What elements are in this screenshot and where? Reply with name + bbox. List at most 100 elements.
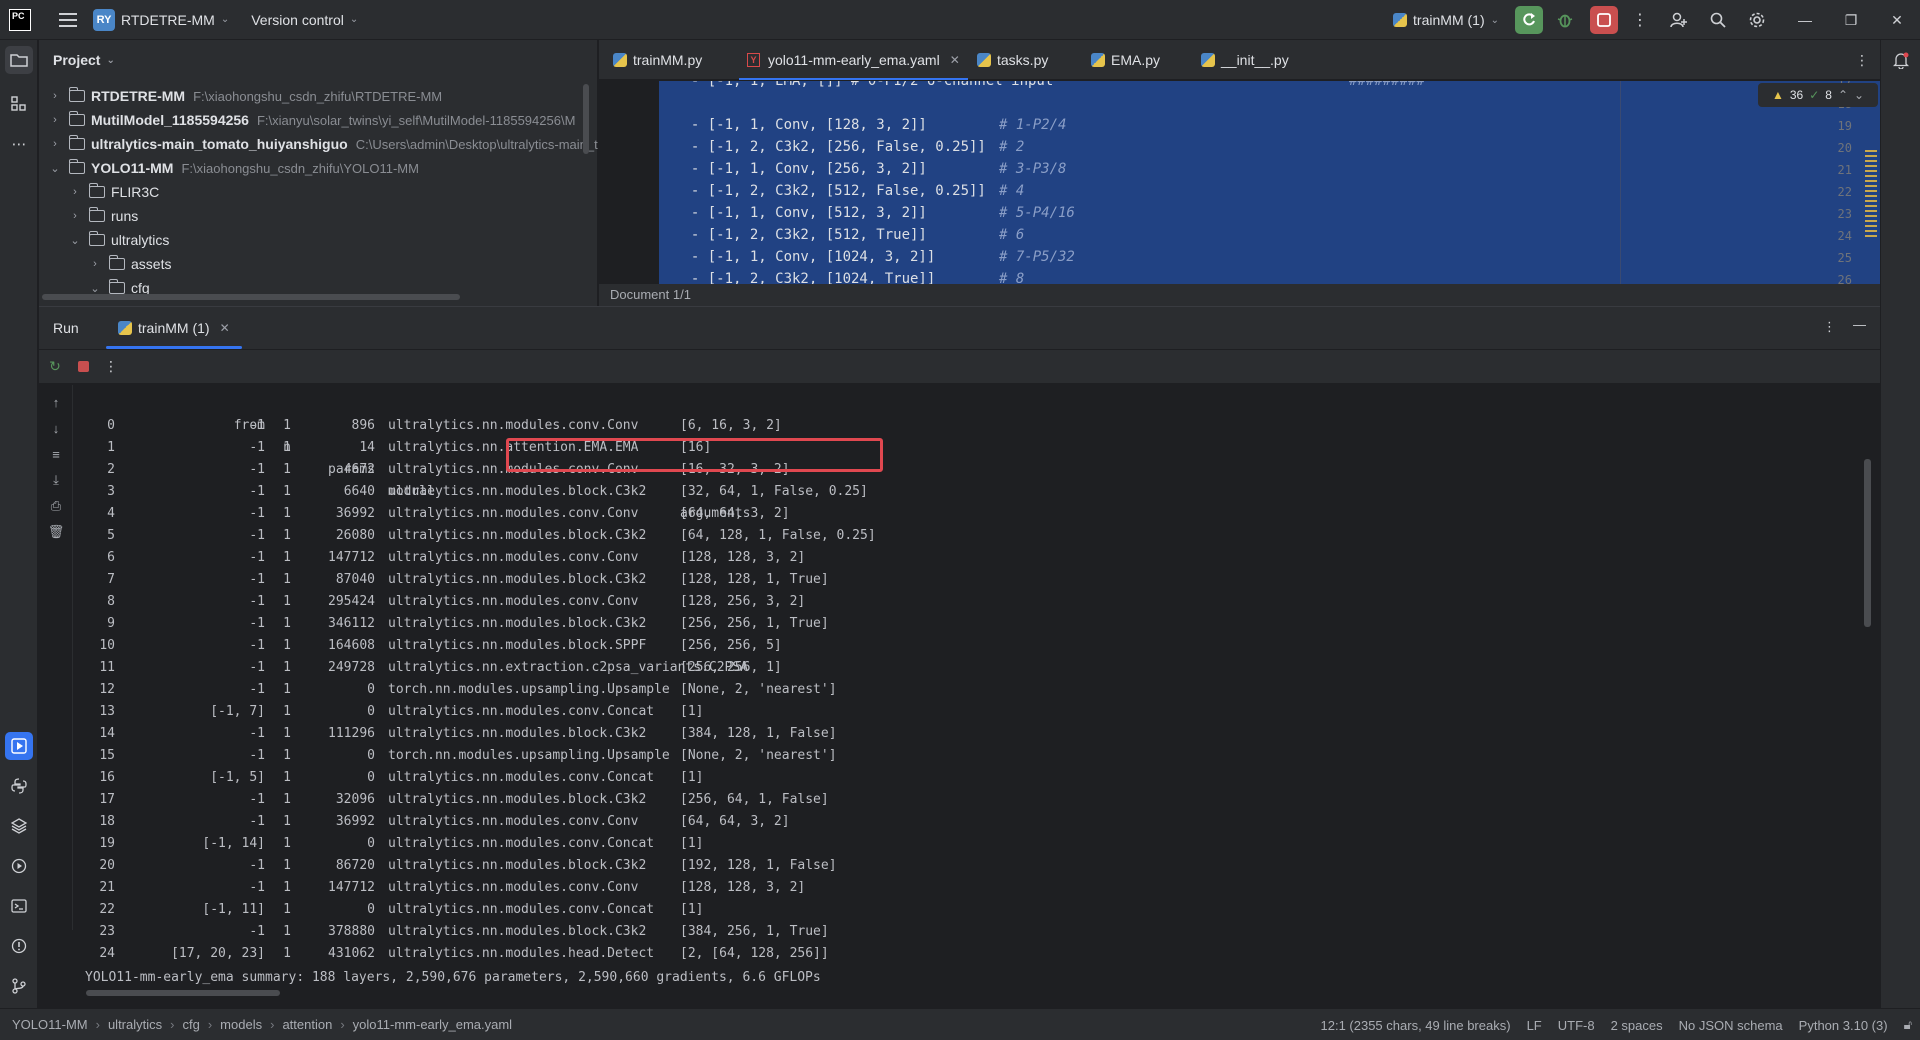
scroll-to-end-icon[interactable]: ⤓ (47, 471, 65, 489)
tree-item[interactable]: › assets (39, 252, 598, 276)
chevron-right-icon[interactable]: › (49, 114, 61, 126)
scroll-down-icon[interactable]: ↓ (47, 419, 65, 437)
code-line[interactable]: - [-1, 1, Conv, [256, 3, 2]] # 3-P3/8 (674, 161, 1067, 177)
chevron-down-icon[interactable]: ⌄ (350, 14, 358, 25)
project-panel-header[interactable]: Project ⌄ (39, 40, 597, 80)
main-menu-icon[interactable] (59, 12, 77, 27)
lock-icon[interactable]: 🔓︎ (1904, 1017, 1912, 1033)
debug-button[interactable] (1551, 6, 1579, 34)
tree-item[interactable]: ⌄ YOLO11-MM F:\xiaohongshu_csdn_zhifu\YOLO… (39, 156, 598, 180)
project-badge[interactable]: RY (93, 8, 115, 31)
chevron-down-icon[interactable]: ⌄ (89, 282, 101, 295)
breadcrumb-item[interactable]: models (220, 1017, 262, 1032)
project-tool-button[interactable] (5, 46, 33, 74)
code-line[interactable]: - [-1, 1, EMA, []] # 0-P1/2 6-channel in… (674, 81, 1425, 89)
chevron-right-icon[interactable]: › (89, 258, 101, 270)
project-vertical-scrollbar[interactable] (583, 84, 589, 154)
chevron-right-icon[interactable]: › (69, 186, 81, 198)
more-icon[interactable]: ⋮ (103, 358, 119, 375)
json-schema[interactable]: No JSON schema (1679, 1018, 1783, 1033)
clear-all-icon[interactable]: 🗑 (47, 523, 65, 541)
chevron-right-icon[interactable]: › (49, 90, 61, 102)
code-line[interactable]: - [-1, 1, Conv, [1024, 3, 2]] # 7-P5/32 (674, 249, 1075, 265)
layer-n: 1 (283, 726, 291, 741)
tab-trainmm[interactable]: trainMM.py (613, 40, 702, 80)
error-stripe-marks[interactable] (1865, 150, 1877, 260)
run-options-icon[interactable]: ⋮ (1823, 319, 1836, 335)
layer-from: -1 (249, 638, 265, 653)
chevron-right-icon[interactable]: › (49, 138, 61, 150)
close-tab-icon[interactable]: ✕ (220, 321, 230, 335)
tree-item[interactable]: › MutilModel_1185594256 F:\xianyu\solar_tw… (39, 108, 598, 132)
more-tools-icon[interactable]: ⋯ (5, 130, 33, 158)
breadcrumb-item[interactable]: ultralytics (108, 1017, 162, 1032)
soft-wrap-icon[interactable]: ≡ (47, 445, 65, 463)
print-icon[interactable]: ⎙ (47, 497, 65, 515)
stop-button[interactable] (1590, 6, 1618, 34)
scroll-up-icon[interactable]: ↑ (47, 393, 65, 411)
file-encoding[interactable]: UTF-8 (1558, 1018, 1595, 1033)
problems-icon[interactable] (5, 932, 33, 960)
code-line[interactable]: - [-1, 2, C3k2, [1024, True]] # 8 (674, 271, 1024, 284)
git-icon[interactable] (5, 972, 33, 1000)
run-config-selector[interactable]: trainMM (1) ⌄ (1393, 12, 1499, 28)
python-interpreter[interactable]: Python 3.10 (3) (1799, 1018, 1888, 1033)
notifications-bell-icon[interactable] (1887, 46, 1915, 74)
layers-icon[interactable] (5, 812, 33, 840)
project-switcher[interactable]: RTDETRE-MM (121, 12, 215, 28)
tab-tasks[interactable]: tasks.py (977, 40, 1048, 80)
rerun-icon[interactable]: ↻ (47, 358, 63, 375)
code-line[interactable]: - [-1, 2, C3k2, [512, False, 0.25]] # 4 (674, 183, 1024, 199)
tree-item[interactable]: › FLIR3C (39, 180, 598, 204)
more-actions-icon[interactable]: ⋮ (1626, 6, 1654, 34)
code-line[interactable]: - [-1, 2, C3k2, [256, False, 0.25]] # 2 (674, 139, 1024, 155)
rerun-button[interactable] (1515, 6, 1543, 34)
tab-init[interactable]: __init__.py (1201, 40, 1289, 80)
tab-ema[interactable]: EMA.py (1091, 40, 1160, 80)
minimize-button[interactable]: — (1782, 0, 1828, 40)
chevron-down-icon[interactable]: ⌄ (69, 234, 81, 247)
terminal-icon[interactable] (5, 892, 33, 920)
console-horizontal-scrollbar[interactable] (86, 990, 280, 996)
structure-icon[interactable] (5, 90, 33, 118)
indent-setting[interactable]: 2 spaces (1611, 1018, 1663, 1033)
chevron-up-icon[interactable]: ⌃ (1838, 88, 1848, 102)
code-line[interactable]: - [-1, 2, C3k2, [512, True]] # 6 (674, 227, 1024, 243)
breadcrumb-item[interactable]: cfg (182, 1017, 199, 1032)
line-separator[interactable]: LF (1527, 1018, 1542, 1033)
tree-item[interactable]: ⌄ ultralytics (39, 228, 598, 252)
chevron-down-icon[interactable]: ⌄ (221, 14, 229, 25)
stop-icon[interactable] (75, 359, 91, 375)
add-user-icon[interactable] (1665, 6, 1693, 34)
settings-gear-icon[interactable] (1743, 6, 1771, 34)
code-line[interactable]: - [-1, 1, Conv, [128, 3, 2]] # 1-P2/4 (674, 117, 1067, 133)
layer-module: ultralytics.nn.modules.block.C3k2 (388, 572, 647, 587)
code-line[interactable]: - [-1, 1, Conv, [512, 3, 2]] # 5-P4/16 (674, 205, 1075, 221)
chevron-right-icon[interactable]: › (69, 210, 81, 222)
chevron-down-icon[interactable]: ⌄ (1854, 88, 1864, 102)
tree-item[interactable]: › runs (39, 204, 598, 228)
run-tab-trainmm[interactable]: trainMM (1) ✕ (106, 307, 242, 349)
tab-yolo11-mm-early-ema[interactable]: Y yolo11-mm-early_ema.yaml ✕ (739, 40, 968, 80)
vcs-menu[interactable]: Version control (251, 12, 344, 28)
caret-position[interactable]: 12:1 (2355 chars, 49 line breaks) (1321, 1018, 1511, 1033)
run-tool-button[interactable] (5, 732, 33, 760)
breadcrumb-item[interactable]: yolo11-mm-early_ema.yaml (353, 1017, 512, 1032)
services-icon[interactable] (5, 852, 33, 880)
chevron-down-icon[interactable]: ⌄ (49, 162, 61, 175)
console-vertical-scrollbar[interactable] (1864, 459, 1871, 627)
close-window-button[interactable]: ✕ (1874, 0, 1920, 40)
breadcrumb-item[interactable]: attention (282, 1017, 332, 1032)
restore-button[interactable]: ❐ (1828, 0, 1874, 40)
inspection-widget[interactable]: ▲ 36 ✓ 8 ⌃ ⌄ (1758, 83, 1878, 107)
breadcrumb-item[interactable]: YOLO11-MM (12, 1017, 88, 1032)
code-editor[interactable]: - [-1, 1, EMA, []] # 0-P1/2 6-channel in… (599, 81, 1880, 284)
tab-options-icon[interactable]: ⋮ (1855, 40, 1869, 80)
tree-item[interactable]: › RTDETRE-MM F:\xiaohongshu_csdn_zhifu\RTD… (39, 84, 598, 108)
close-tab-icon[interactable]: ✕ (950, 53, 960, 67)
tree-item[interactable]: › ultralytics-main_tomato_huiyanshiguo C:\… (39, 132, 598, 156)
python-console-icon[interactable] (5, 772, 33, 800)
hide-panel-icon[interactable]: — (1853, 317, 1866, 332)
project-horizontal-scrollbar[interactable] (42, 294, 460, 300)
search-icon[interactable] (1704, 6, 1732, 34)
